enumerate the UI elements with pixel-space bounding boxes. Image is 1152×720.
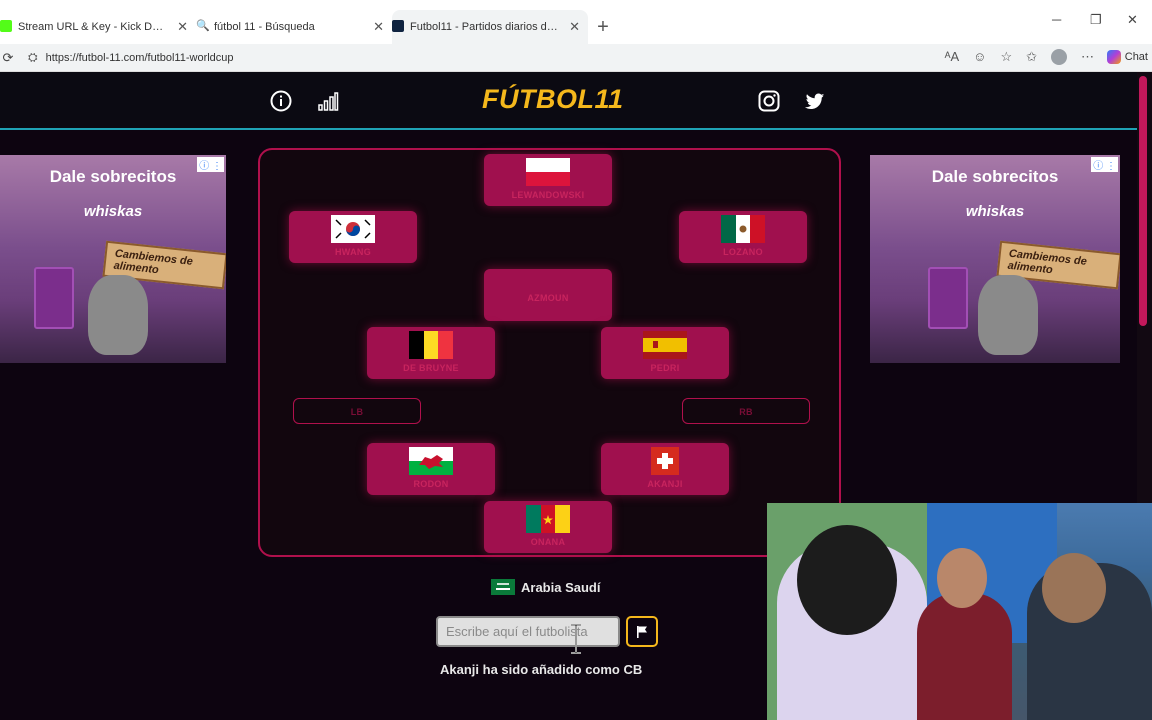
stats-icon[interactable] xyxy=(317,90,339,112)
copilot-icon xyxy=(1106,50,1121,64)
tab-title: fútbol 11 - Búsqueda xyxy=(214,21,315,33)
slot-label: RB xyxy=(739,407,753,417)
webcam-head-middle xyxy=(937,548,987,608)
ad-headline: Dale sobrecitos xyxy=(931,167,1059,186)
ad-product-pack xyxy=(34,267,74,329)
tab-futbol11[interactable]: Futbol11 - Partidos diarios de fútb ✕ xyxy=(392,10,588,44)
copilot-chat-button[interactable]: Chat xyxy=(1106,50,1148,64)
ad-brand-logo: whiskas xyxy=(83,203,143,220)
chat-label: Chat xyxy=(1124,51,1148,63)
country-hint: Arabia Saudí xyxy=(491,579,600,595)
restore-icon[interactable]: ❐ xyxy=(1090,12,1102,28)
player-slot-lw[interactable]: HWANG xyxy=(289,211,417,263)
korea-flag-icon xyxy=(331,215,375,243)
close-window-icon[interactable]: ✕ xyxy=(1127,12,1138,28)
close-tab-icon[interactable]: ✕ xyxy=(373,19,384,35)
player-name: ONANA xyxy=(530,537,566,547)
spain-flag-icon xyxy=(643,331,687,359)
close-tab-icon[interactable]: ✕ xyxy=(177,19,188,35)
player-search-input[interactable] xyxy=(436,616,620,647)
favorite-star-icon[interactable]: ☆ xyxy=(1000,49,1012,65)
address-bar: ⟳ ⛭ https://futbol-11.com/futbol11-world… xyxy=(0,44,1152,72)
info-icon[interactable] xyxy=(270,90,292,112)
player-slot-rcb[interactable]: AKANJI xyxy=(601,443,729,495)
belgium-flag-icon xyxy=(409,331,453,359)
ad-brand-logo: whiskas xyxy=(965,203,1025,220)
status-message: Akanji ha sido añadido como CB xyxy=(440,662,643,677)
player-name: HWANG xyxy=(335,247,371,257)
minimize-icon[interactable]: ─ xyxy=(1052,12,1061,27)
player-name: RODON xyxy=(413,479,449,489)
instagram-icon[interactable] xyxy=(758,90,780,112)
player-slot-lb[interactable]: LB xyxy=(293,398,421,424)
search-favicon-icon: 🔍 xyxy=(196,20,210,32)
webcam-head-left xyxy=(797,525,897,635)
player-name: LEWANDOWSKI xyxy=(511,190,585,200)
player-name: AZMOUN xyxy=(527,293,569,303)
text-cursor-icon xyxy=(571,624,581,654)
site-logo[interactable]: FÚTBOL11 xyxy=(482,84,624,115)
player-slot-rw[interactable]: LOZANO xyxy=(679,211,807,263)
favorites-icon[interactable]: ✩ xyxy=(1026,49,1037,65)
tab-search[interactable]: 🔍 fútbol 11 - Búsqueda ✕ xyxy=(196,10,392,44)
player-slot-cam[interactable]: AZMOUN xyxy=(484,269,612,321)
player-slot-rb[interactable]: RB xyxy=(682,398,810,424)
webcam-overlay xyxy=(767,503,1152,720)
cameroon-flag-icon xyxy=(526,505,570,533)
kick-favicon-icon xyxy=(0,20,12,32)
site-info-icon[interactable]: ⛭ xyxy=(28,50,38,65)
ad-banner-right[interactable]: ⓘ ⋮ Dale sobrecitos whiskas Cambiemos de… xyxy=(870,155,1120,363)
more-menu-icon[interactable]: ⋯ xyxy=(1081,49,1094,65)
country-name: Arabia Saudí xyxy=(521,579,601,595)
extensions-icon[interactable]: ☺ xyxy=(973,49,986,65)
player-slot-gk[interactable]: ONANA xyxy=(484,501,612,553)
switzerland-flag-icon xyxy=(651,447,679,475)
ad-headline: Dale sobrecitos xyxy=(49,167,177,186)
url-field[interactable]: https://futbol-11.com/futbol11-worldcup xyxy=(46,52,234,64)
slot-label: LB xyxy=(350,407,364,417)
close-tab-icon[interactable]: ✕ xyxy=(569,19,580,35)
mexico-flag-icon xyxy=(721,215,765,243)
ad-cat-image xyxy=(978,275,1038,355)
tab-title: Futbol11 - Partidos diarios de fútb xyxy=(410,21,560,33)
reload-icon[interactable]: ⟳ xyxy=(0,50,16,66)
player-name: DE BRUYNE xyxy=(403,363,459,373)
webcam-head-right xyxy=(1042,553,1106,623)
player-slot-rcm[interactable]: PEDRI xyxy=(601,327,729,379)
webcam-person-middle xyxy=(917,593,1012,720)
read-aloud-icon[interactable]: ᴬA xyxy=(945,49,960,65)
ad-banner-left[interactable]: ⓘ ⋮ Dale sobrecitos whiskas Cambiemos de… xyxy=(0,155,226,363)
player-name: AKANJI xyxy=(647,479,683,489)
player-slot-lcb[interactable]: RODON xyxy=(367,443,495,495)
address-bar-icons: ᴬA ☺ ☆ ✩ ⋯ xyxy=(945,49,1094,65)
profile-avatar[interactable] xyxy=(1051,49,1067,65)
ad-product-pack xyxy=(928,267,968,329)
site-header: FÚTBOL11 xyxy=(0,72,1137,130)
formation-pitch: LEWANDOWSKI HWANG LOZANO AZMOUN DE BRUYN… xyxy=(258,148,841,557)
new-tab-button[interactable]: + xyxy=(588,10,618,44)
flag-icon xyxy=(637,625,647,638)
player-name: LOZANO xyxy=(723,247,763,257)
futbol11-favicon-icon xyxy=(392,20,404,32)
tab-kick-dashboard[interactable]: Stream URL & Key - Kick Dashboa ✕ xyxy=(0,10,196,44)
ad-cat-image xyxy=(88,275,148,355)
browser-tab-bar: Stream URL & Key - Kick Dashboa ✕ 🔍 fútb… xyxy=(0,0,1152,44)
wales-flag-icon xyxy=(409,447,453,475)
tab-title: Stream URL & Key - Kick Dashboa xyxy=(18,21,168,33)
player-name: PEDRI xyxy=(650,363,680,373)
player-slot-st[interactable]: LEWANDOWSKI xyxy=(484,154,612,206)
saudi-arabia-flag-icon xyxy=(491,579,515,595)
twitter-icon[interactable] xyxy=(804,90,826,112)
give-up-flag-button[interactable] xyxy=(626,616,658,647)
poland-flag-icon xyxy=(526,158,570,186)
scrollbar-thumb[interactable] xyxy=(1139,76,1147,326)
player-slot-lcm[interactable]: DE BRUYNE xyxy=(367,327,495,379)
